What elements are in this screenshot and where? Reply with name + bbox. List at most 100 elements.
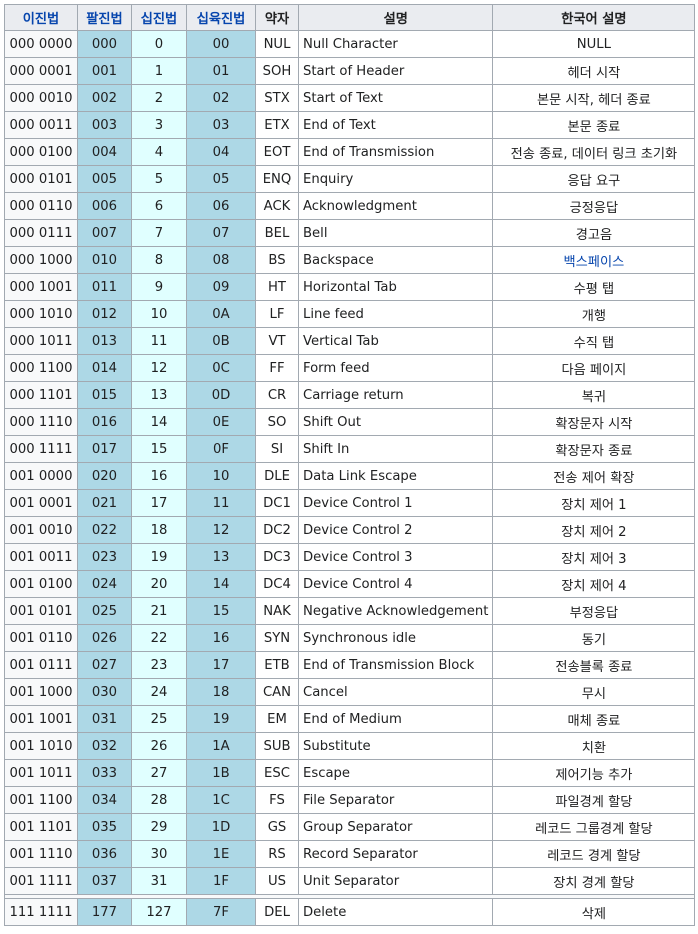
binary-cell: 001 0111 xyxy=(4,651,78,679)
abbreviation-cell: HT xyxy=(255,273,299,301)
decimal-cell: 17 xyxy=(131,489,187,517)
binary-cell: 000 0010 xyxy=(4,84,78,112)
ascii-control-table: 이진법 팔진법 십진법 십육진법 약자 설명 한국어 설명 000 0000 0… xyxy=(3,4,696,926)
decimal-cell: 7 xyxy=(131,219,187,247)
korean-description-cell: 전송 제어 확장 xyxy=(492,462,696,490)
table-row: 000 0100 004 4 04 EOT End of Transmissio… xyxy=(4,138,696,166)
hex-cell: 02 xyxy=(186,84,256,112)
decimal-cell: 13 xyxy=(131,381,187,409)
binary-cell: 001 0100 xyxy=(4,570,78,598)
hex-cell: 0B xyxy=(186,327,256,355)
octal-cell: 016 xyxy=(77,408,132,436)
table-row: 001 1111 037 31 1F US Unit Separator 장치 … xyxy=(4,867,696,895)
octal-cell: 022 xyxy=(77,516,132,544)
table-row: 001 1001 031 25 19 EM End of Medium 매체 종… xyxy=(4,705,696,733)
korean-description-cell: 응답 요구 xyxy=(492,165,696,193)
hex-cell: 01 xyxy=(186,57,256,85)
description-cell: End of Text xyxy=(297,111,494,139)
korean-description-cell: 전송블록 종료 xyxy=(492,651,696,679)
decimal-cell: 31 xyxy=(131,867,187,895)
binary-cell: 000 1011 xyxy=(4,327,78,355)
hex-cell: 00 xyxy=(186,30,256,58)
table-row: 000 0001 001 1 01 SOH Start of Header 헤더… xyxy=(4,57,696,85)
binary-cell: 000 0011 xyxy=(4,111,78,139)
abbreviation-cell: SUB xyxy=(255,732,299,760)
abbreviation-cell: FS xyxy=(255,786,299,814)
table-row: 000 1001 011 9 09 HT Horizontal Tab 수평 탭 xyxy=(4,273,696,301)
hex-cell: 10 xyxy=(186,462,256,490)
binary-cell: 001 1000 xyxy=(4,678,78,706)
abbreviation-cell: DC2 xyxy=(255,516,299,544)
abbreviation-cell: RS xyxy=(255,840,299,868)
decimal-cell: 18 xyxy=(131,516,187,544)
table-row: 001 1000 030 24 18 CAN Cancel 무시 xyxy=(4,678,696,706)
abbreviation-cell: EOT xyxy=(255,138,299,166)
abbreviation-cell: ETB xyxy=(255,651,299,679)
table-row: 001 0001 021 17 11 DC1 Device Control 1 … xyxy=(4,489,696,517)
korean-description-cell: 전송 종료, 데이터 링크 초기화 xyxy=(492,138,696,166)
header-octal[interactable]: 팔진법 xyxy=(77,4,132,31)
korean-description-cell: 장치 제어 3 xyxy=(492,543,696,571)
hex-cell: 0E xyxy=(186,408,256,436)
korean-description-cell: 수평 탭 xyxy=(492,273,696,301)
header-hexadecimal[interactable]: 십육진법 xyxy=(186,4,256,31)
decimal-cell: 21 xyxy=(131,597,187,625)
description-cell: Unit Separator xyxy=(297,867,494,895)
description-cell: Record Separator xyxy=(297,840,494,868)
header-decimal[interactable]: 십진법 xyxy=(131,4,187,31)
table-row: 001 0100 024 20 14 DC4 Device Control 4 … xyxy=(4,570,696,598)
hex-cell: 11 xyxy=(186,489,256,517)
korean-description-cell: 개행 xyxy=(492,300,696,328)
korean-description-link[interactable]: 백스페이스 xyxy=(564,255,625,270)
table-row: 000 0010 002 2 02 STX Start of Text 본문 시… xyxy=(4,84,696,112)
korean-description-cell: 동기 xyxy=(492,624,696,652)
octal-cell: 010 xyxy=(77,246,132,274)
description-cell: Shift Out xyxy=(297,408,494,436)
decimal-cell: 24 xyxy=(131,678,187,706)
table-row: 001 1100 034 28 1C FS File Separator 파일경… xyxy=(4,786,696,814)
decimal-cell: 19 xyxy=(131,543,187,571)
korean-description-cell: 경고음 xyxy=(492,219,696,247)
binary-cell: 000 1001 xyxy=(4,273,78,301)
korean-description-cell: 긍정응답 xyxy=(492,192,696,220)
binary-cell: 000 0100 xyxy=(4,138,78,166)
header-abbreviation: 약자 xyxy=(255,4,299,31)
hex-cell: 1B xyxy=(186,759,256,787)
decimal-cell: 20 xyxy=(131,570,187,598)
abbreviation-cell: US xyxy=(255,867,299,895)
korean-description-cell: 매체 종료 xyxy=(492,705,696,733)
binary-cell: 001 1101 xyxy=(4,813,78,841)
decimal-cell: 25 xyxy=(131,705,187,733)
binary-cell: 001 0001 xyxy=(4,489,78,517)
binary-cell: 001 0011 xyxy=(4,543,78,571)
hex-cell: 07 xyxy=(186,219,256,247)
table-row: 001 0000 020 16 10 DLE Data Link Escape … xyxy=(4,462,696,490)
decimal-cell: 16 xyxy=(131,462,187,490)
korean-description-cell: 확장문자 시작 xyxy=(492,408,696,436)
hex-cell: 7F xyxy=(186,898,256,926)
binary-cell: 001 1110 xyxy=(4,840,78,868)
table-row: 001 0110 026 22 16 SYN Synchronous idle … xyxy=(4,624,696,652)
header-binary[interactable]: 이진법 xyxy=(4,4,78,31)
hex-cell: 09 xyxy=(186,273,256,301)
description-cell: Carriage return xyxy=(297,381,494,409)
description-cell: Acknowledgment xyxy=(297,192,494,220)
ascii-control-table-container: 이진법 팔진법 십진법 십육진법 약자 설명 한국어 설명 000 0000 0… xyxy=(3,4,696,926)
korean-description-cell: 장치 경계 할당 xyxy=(492,867,696,895)
table-row: 000 0011 003 3 03 ETX End of Text 본문 종료 xyxy=(4,111,696,139)
binary-cell: 111 1111 xyxy=(4,898,78,926)
octal-cell: 012 xyxy=(77,300,132,328)
header-korean-description: 한국어 설명 xyxy=(492,4,696,31)
table-row: 000 0000 000 0 00 NUL Null Character NUL… xyxy=(4,30,696,58)
decimal-cell: 12 xyxy=(131,354,187,382)
octal-cell: 021 xyxy=(77,489,132,517)
hex-cell: 16 xyxy=(186,624,256,652)
binary-cell: 001 0101 xyxy=(4,597,78,625)
octal-cell: 023 xyxy=(77,543,132,571)
octal-cell: 002 xyxy=(77,84,132,112)
description-cell: Device Control 3 xyxy=(297,543,494,571)
octal-cell: 017 xyxy=(77,435,132,463)
abbreviation-cell: SYN xyxy=(255,624,299,652)
octal-cell: 032 xyxy=(77,732,132,760)
table-row: 000 1111 017 15 0F SI Shift In 확장문자 종료 xyxy=(4,435,696,463)
